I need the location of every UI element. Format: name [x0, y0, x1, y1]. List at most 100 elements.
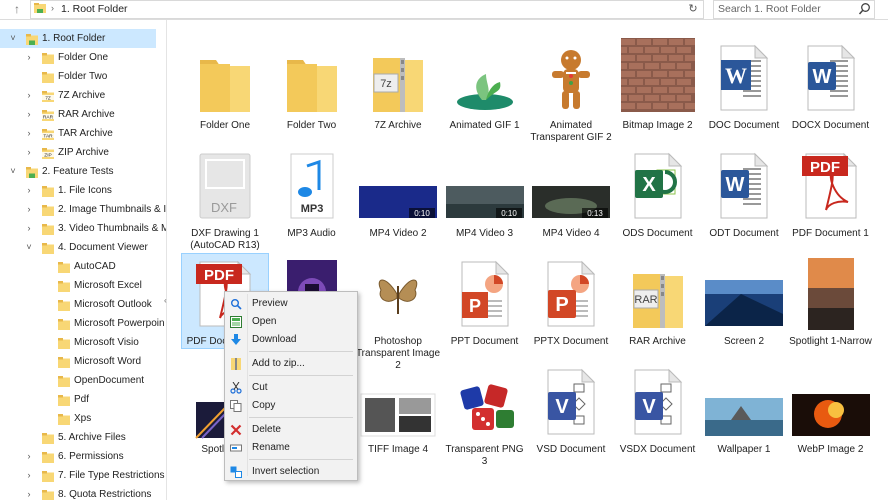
file-tile[interactable]: 0:13 MP4 Video 4: [528, 146, 614, 240]
address-bar[interactable]: › 1. Root Folder ↻: [30, 0, 704, 19]
menu-separator: [249, 375, 353, 376]
file-tile[interactable]: P PPTX Document: [528, 254, 614, 348]
chevron-right-icon[interactable]: ›: [24, 181, 34, 200]
file-tile[interactable]: 0:10 MP4 Video 2: [355, 146, 441, 240]
menu-item-invert-selection[interactable]: Invert selection: [225, 463, 357, 481]
file-tile[interactable]: Folder One: [182, 38, 268, 132]
sidebar-item-14[interactable]: Microsoft Outlook: [0, 295, 166, 314]
sidebar-item-5[interactable]: › TAR TAR Archive: [0, 124, 166, 143]
chevron-down-icon[interactable]: ˅: [8, 29, 18, 48]
menu-item-copy[interactable]: Copy: [225, 397, 357, 415]
search-box[interactable]: Search 1. Root Folder: [713, 0, 875, 19]
file-tile[interactable]: P PPT Document: [442, 254, 528, 348]
file-tile[interactable]: Transparent PNG 3: [442, 362, 528, 468]
chevron-right-icon[interactable]: ›: [24, 105, 34, 124]
file-tile[interactable]: 0:10 MP4 Video 3: [442, 146, 528, 240]
dxf-icon: DXF: [199, 153, 251, 219]
file-tile[interactable]: RAR RAR Archive: [615, 254, 701, 348]
sidebar-item-12[interactable]: AutoCAD: [0, 257, 166, 276]
sidebar-item-0[interactable]: ˅ 1. Root Folder: [0, 29, 156, 48]
sidebar-item-label: 6. Permissions: [58, 451, 124, 462]
file-tile[interactable]: Spotlight 1-Narrow: [788, 254, 874, 348]
file-tile[interactable]: Screen 2: [701, 254, 787, 348]
sidebar-item-9[interactable]: › 2. Image Thumbnails & I: [0, 200, 166, 219]
chevron-down-icon[interactable]: ˅: [8, 162, 18, 181]
search-icon[interactable]: [858, 2, 871, 16]
file-tile[interactable]: V VSDX Document: [615, 362, 701, 456]
download-icon: [230, 334, 242, 346]
folder-icon: [42, 470, 54, 482]
menu-item-download[interactable]: Download: [225, 331, 357, 349]
file-thumbnail: X: [615, 146, 701, 226]
sidebar-collapse-icon[interactable]: ‹: [164, 296, 168, 310]
file-name: MP3 Audio: [287, 228, 336, 239]
menu-item-rename[interactable]: Rename: [225, 439, 357, 457]
sidebar-item-22[interactable]: › 6. Permissions: [0, 447, 166, 466]
file-tile[interactable]: WebP Image 2: [788, 362, 874, 456]
chevron-right-icon[interactable]: ›: [24, 485, 34, 500]
menu-item-cut[interactable]: Cut: [225, 379, 357, 397]
chevron-right-icon[interactable]: ›: [24, 48, 34, 67]
chevron-right-icon[interactable]: ›: [24, 219, 34, 238]
chevron-right-icon[interactable]: ›: [24, 200, 34, 219]
menu-item-open[interactable]: Open: [225, 313, 357, 331]
file-tile[interactable]: Animated Transparent GIF 2: [528, 38, 614, 144]
file-tile[interactable]: Wallpaper 1: [701, 362, 787, 456]
chevron-right-icon[interactable]: ›: [24, 143, 34, 162]
sidebar-item-2[interactable]: Folder Two: [0, 67, 166, 86]
sidebar-item-21[interactable]: 5. Archive Files: [0, 428, 166, 447]
search-input[interactable]: Search 1. Root Folder: [718, 3, 821, 15]
file-tile[interactable]: Folder Two: [269, 38, 355, 132]
file-thumbnail: [442, 362, 528, 442]
menu-item-add-to-zip[interactable]: Add to zip...: [225, 355, 357, 373]
sidebar-item-16[interactable]: Microsoft Visio: [0, 333, 166, 352]
file-tile[interactable]: V VSD Document: [528, 362, 614, 456]
sidebar-item-19[interactable]: Pdf: [0, 390, 166, 409]
file-tile[interactable]: Animated GIF 1: [442, 38, 528, 132]
file-tile[interactable]: Photoshop Transparent Image 2: [355, 254, 441, 372]
sidebar-item-17[interactable]: Microsoft Word: [0, 352, 166, 371]
sidebar-item-10[interactable]: › 3. Video Thumbnails & M: [0, 219, 166, 238]
sidebar-item-13[interactable]: Microsoft Excel: [0, 276, 166, 295]
breadcrumb-root-folder[interactable]: 1. Root Folder: [61, 3, 128, 15]
file-tile[interactable]: Bitmap Image 2: [612, 38, 701, 132]
menu-item-preview[interactable]: Preview: [225, 295, 357, 313]
sidebar-item-23[interactable]: › 7. File Type Restrictions: [0, 466, 166, 485]
zip-icon: [230, 358, 242, 370]
file-tile[interactable]: W DOC Document: [701, 38, 787, 132]
sidebar-item-15[interactable]: Microsoft Powerpoin: [0, 314, 166, 333]
file-tile[interactable]: MP3 MP3 Audio: [269, 146, 355, 240]
sidebar-item-4[interactable]: › RAR RAR Archive: [0, 105, 166, 124]
sidebar-item-24[interactable]: › 8. Quota Restrictions: [0, 485, 166, 500]
file-tile[interactable]: DXF DXF Drawing 1 (AutoCAD R13): [182, 146, 268, 252]
file-badge: PDF: [204, 267, 234, 284]
sidebar-item-1[interactable]: › Folder One: [0, 48, 166, 67]
folder-icon: [200, 60, 250, 112]
up-arrow-icon[interactable]: ↑: [10, 2, 24, 16]
chevron-right-icon[interactable]: ›: [24, 124, 34, 143]
sidebar-item-20[interactable]: Xps: [0, 409, 166, 428]
file-tile[interactable]: 7z 7Z Archive: [355, 38, 441, 132]
sidebar-item-7[interactable]: ˅ 2. Feature Tests: [0, 162, 166, 181]
file-tile[interactable]: TIFF Image 4: [355, 362, 441, 456]
sidebar-item-11[interactable]: ˅ 4. Document Viewer: [0, 238, 166, 257]
file-tile[interactable]: PDF PDF Document 1: [788, 146, 874, 240]
sidebar-item-8[interactable]: › 1. File Icons: [0, 181, 166, 200]
file-name: Bitmap Image 2: [622, 120, 693, 131]
file-tile[interactable]: W DOCX Document: [788, 38, 874, 132]
folder-icon: [26, 33, 38, 45]
chevron-down-icon[interactable]: ˅: [24, 238, 34, 257]
sidebar-item-label: 7Z Archive: [58, 90, 106, 101]
chevron-right-icon[interactable]: ›: [24, 466, 34, 485]
refresh-icon[interactable]: ↻: [686, 2, 700, 16]
sidebar-item-6[interactable]: › ZIP ZIP Archive: [0, 143, 166, 162]
sidebar-item-3[interactable]: › 7Z 7Z Archive: [0, 86, 166, 105]
file-tile[interactable]: X ODS Document: [615, 146, 701, 240]
breadcrumb-separator: ›: [51, 3, 54, 13]
file-tile[interactable]: W ODT Document: [701, 146, 787, 240]
chevron-right-icon[interactable]: ›: [24, 86, 34, 105]
menu-item-delete[interactable]: Delete: [225, 421, 357, 439]
sidebar-item-18[interactable]: OpenDocument: [0, 371, 166, 390]
chevron-right-icon[interactable]: ›: [24, 447, 34, 466]
svg-text:P: P: [555, 294, 568, 316]
